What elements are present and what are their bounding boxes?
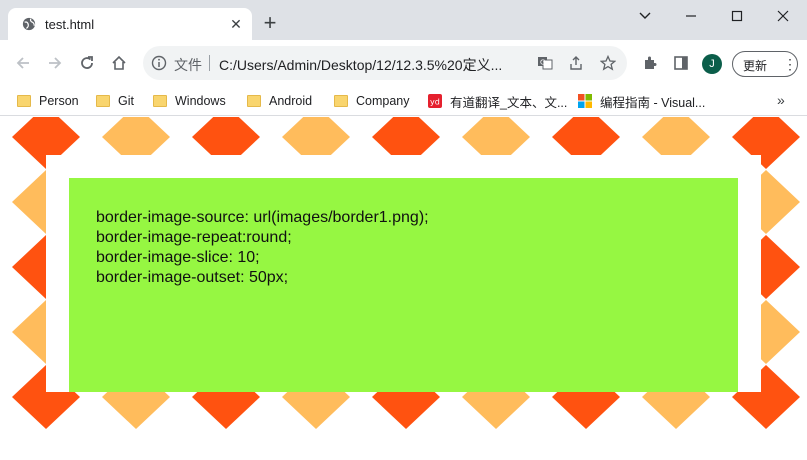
bookmark-android[interactable]: Android — [247, 92, 312, 110]
bookmark-git[interactable]: Git — [96, 92, 134, 110]
close-tab-icon[interactable]: ✕ — [228, 16, 244, 32]
bookmarks-bar: Person Git Windows Android Company yd 有道… — [0, 86, 807, 116]
demo-css-text: border-image-source: url(images/border1.… — [96, 208, 429, 288]
extensions-button[interactable] — [638, 51, 662, 75]
folder-icon — [334, 95, 348, 107]
profile-avatar[interactable]: J — [702, 54, 722, 74]
bookmark-label: Android — [269, 94, 313, 108]
bookmark-label: 有道翻译_文本、文... — [450, 95, 568, 110]
menu-dots-icon: ⋮ — [783, 56, 797, 72]
file-scheme-label: 文件 — [174, 57, 202, 73]
css-line-source: border-image-source: url(images/border1.… — [96, 209, 429, 226]
bookmark-windows[interactable]: Windows — [153, 92, 226, 110]
svg-text:G: G — [540, 59, 545, 67]
translate-icon[interactable]: G — [536, 54, 554, 72]
puzzle-icon — [645, 56, 657, 69]
new-tab-button[interactable]: + — [261, 12, 279, 34]
close-window-button[interactable] — [760, 0, 806, 32]
microsoft-icon — [578, 94, 592, 108]
bookmark-label: Person — [39, 94, 79, 108]
minimize-button[interactable] — [668, 0, 714, 32]
maximize-button[interactable] — [714, 0, 760, 32]
update-button[interactable]: 更新 ⋮ — [732, 51, 798, 77]
arrow-right-icon — [49, 57, 62, 69]
bookmark-label: Company — [356, 94, 410, 108]
folder-icon — [17, 95, 31, 107]
url-text[interactable]: C:/Users/Admin/Desktop/12/12.3.5%20定义... — [219, 55, 531, 75]
address-divider — [209, 55, 210, 71]
bookmark-company[interactable]: Company — [334, 92, 410, 110]
bookmark-visual-guide[interactable]: 编程指南 - Visual... — [578, 92, 705, 110]
tab-search-button[interactable] — [622, 0, 668, 32]
title-bar: test.html ✕ + — [0, 0, 807, 40]
close-icon — [777, 10, 789, 22]
tab-test-html[interactable]: test.html ✕ — [8, 8, 252, 40]
reload-icon — [81, 56, 93, 69]
css-line-repeat: border-image-repeat:round; — [96, 229, 292, 246]
bookmark-label: 编程指南 - Visual... — [600, 95, 706, 110]
home-button[interactable] — [107, 51, 131, 75]
back-button[interactable] — [11, 51, 35, 75]
arrow-left-icon — [16, 57, 29, 69]
side-panel-icon — [674, 56, 688, 70]
bookmark-youdao[interactable]: yd 有道翻译_文本、文... — [428, 92, 567, 110]
css-line-slice: border-image-slice: 10; — [96, 249, 260, 266]
side-panel-button[interactable] — [669, 51, 693, 75]
update-label: 更新 — [743, 59, 768, 73]
folder-icon — [96, 95, 110, 107]
globe-icon — [22, 17, 36, 31]
address-bar[interactable]: 文件 C:/Users/Admin/Desktop/12/12.3.5%20定义… — [143, 46, 627, 80]
more-bookmarks-icon[interactable]: » — [777, 92, 785, 108]
bookmark-label: Windows — [175, 94, 226, 108]
folder-icon — [153, 95, 167, 107]
browser-toolbar: 文件 C:/Users/Admin/Desktop/12/12.3.5%20定义… — [0, 40, 807, 86]
info-icon[interactable] — [151, 55, 167, 71]
forward-button[interactable] — [43, 51, 67, 75]
maximize-icon — [731, 10, 743, 22]
folder-icon — [247, 95, 261, 107]
bookmark-person[interactable]: Person — [17, 92, 79, 110]
chevron-down-icon — [639, 12, 651, 19]
youdao-icon: yd — [428, 94, 442, 108]
reload-button[interactable] — [75, 51, 99, 75]
share-icon[interactable] — [567, 54, 585, 72]
bookmark-label: Git — [118, 94, 134, 108]
border-image-demo-box: border-image-source: url(images/border1.… — [69, 178, 738, 392]
tab-title: test.html — [45, 17, 95, 32]
css-line-outset: border-image-outset: 50px; — [96, 269, 289, 286]
star-icon[interactable] — [599, 54, 617, 72]
svg-text:yd: yd — [430, 98, 440, 107]
minimize-icon — [686, 15, 696, 17]
home-icon — [112, 55, 126, 70]
page-viewport: border-image-source: url(images/border1.… — [0, 117, 807, 460]
